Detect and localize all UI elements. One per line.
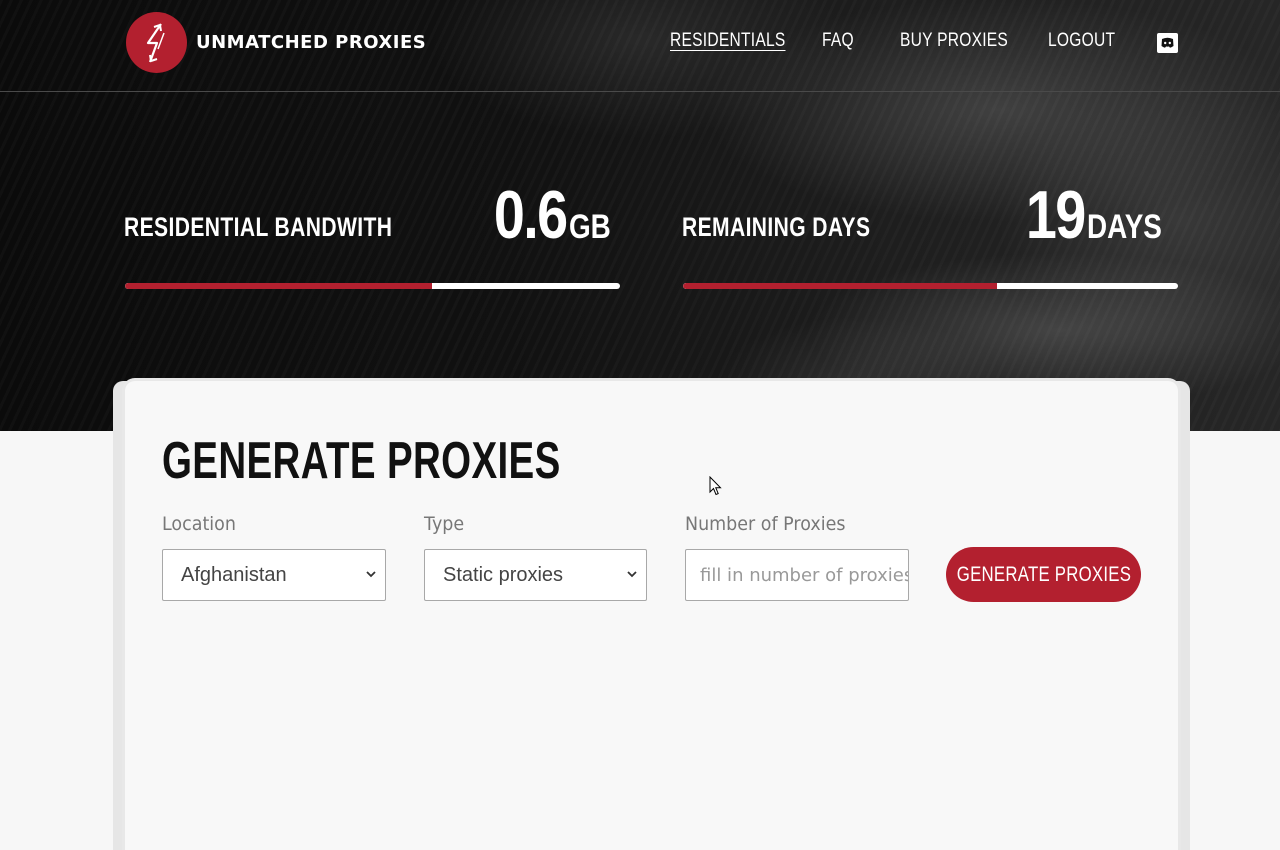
bandwidth-progress-fill bbox=[125, 283, 432, 289]
number-of-proxies-label: Number of Proxies bbox=[685, 513, 846, 535]
chevron-down-icon bbox=[627, 571, 637, 578]
hero-banner: UNMATCHED PROXIES RESIDENTIALS FAQ BUY P… bbox=[0, 0, 1280, 431]
remaining-days-progress-fill bbox=[683, 283, 998, 289]
location-label: Location bbox=[162, 513, 236, 535]
bandwidth-label: RESIDENTIAL BANDWITH bbox=[124, 212, 393, 242]
bandwidth-progress-bar bbox=[125, 283, 620, 289]
number-of-proxies-field[interactable] bbox=[685, 549, 909, 601]
type-label: Type bbox=[424, 513, 465, 535]
remaining-days-number: 19 bbox=[1025, 177, 1086, 253]
brand-name: UNMATCHED PROXIES bbox=[196, 32, 427, 53]
brand-logo[interactable]: UNMATCHED PROXIES bbox=[126, 12, 426, 73]
chevron-down-icon bbox=[366, 571, 376, 578]
bandwidth-unit: GB bbox=[569, 208, 611, 246]
generate-proxies-button[interactable]: GENERATE PROXIES bbox=[946, 547, 1141, 602]
generate-proxies-button-label: GENERATE PROXIES bbox=[956, 562, 1131, 586]
discord-icon[interactable] bbox=[1157, 33, 1178, 53]
number-of-proxies-input[interactable] bbox=[700, 564, 908, 586]
bandwidth-value: 0.6 GB bbox=[478, 176, 620, 254]
remaining-days-progress-bar bbox=[683, 283, 1178, 289]
page-title: GENERATE PROXIES bbox=[162, 432, 561, 490]
remaining-days-value: 19 DAYS bbox=[1013, 176, 1178, 254]
nav-faq[interactable]: FAQ bbox=[822, 30, 854, 52]
nav-residentials[interactable]: RESIDENTIALS bbox=[670, 30, 786, 52]
location-selected-value: Afghanistan bbox=[181, 563, 287, 586]
nav-buy-proxies[interactable]: BUY PROXIES bbox=[900, 30, 1008, 52]
type-select[interactable]: Static proxies bbox=[424, 549, 647, 601]
nav-logout[interactable]: LOGOUT bbox=[1048, 30, 1115, 52]
remaining-days-unit: DAYS bbox=[1086, 208, 1162, 246]
remaining-days-label: REMAINING DAYS bbox=[682, 212, 871, 242]
type-selected-value: Static proxies bbox=[443, 563, 564, 586]
bandwidth-number: 0.6 bbox=[494, 177, 568, 253]
lightning-bolt-icon bbox=[126, 12, 187, 73]
generate-proxies-card: GENERATE PROXIES Location Afghanistan Ty… bbox=[125, 381, 1178, 850]
mouse-pointer-icon bbox=[709, 476, 722, 496]
location-select[interactable]: Afghanistan bbox=[162, 549, 386, 601]
top-navigation-bar: UNMATCHED PROXIES RESIDENTIALS FAQ BUY P… bbox=[0, 0, 1280, 92]
